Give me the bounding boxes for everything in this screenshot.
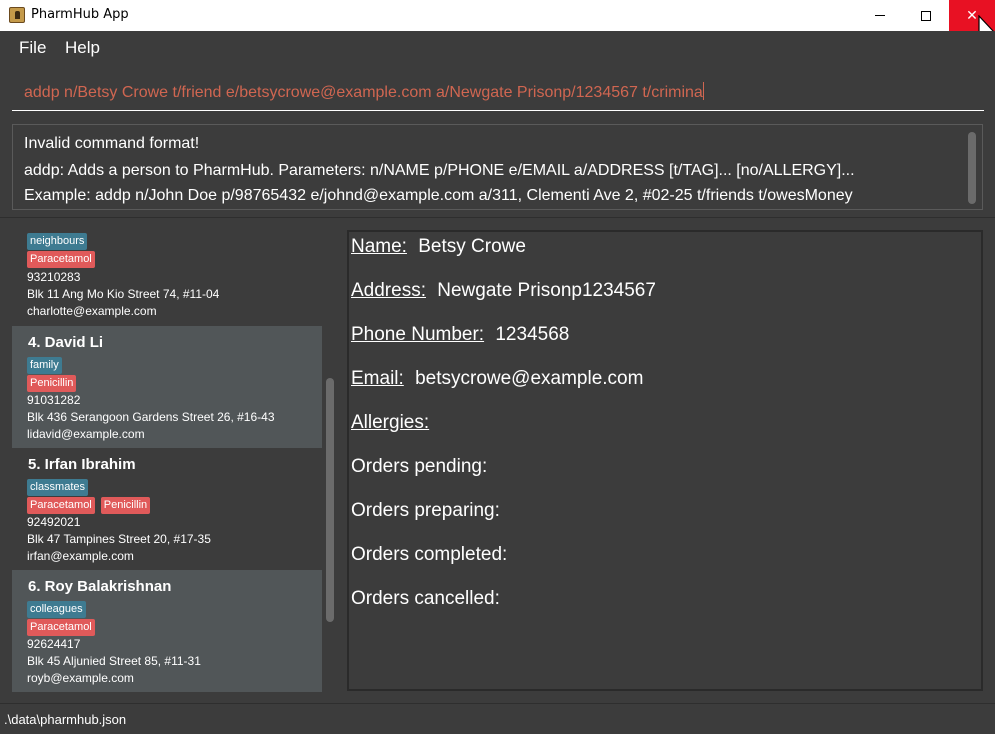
email-value: betsycrowe@example.com: [415, 368, 644, 389]
orders-cancelled: Orders cancelled:: [351, 588, 500, 609]
allergy-list: Penicillin: [27, 375, 77, 392]
allergy-badge: Paracetamol: [27, 497, 95, 514]
person-list[interactable]: neighbours Paracetamol 93210283 Blk 11 A…: [12, 228, 322, 692]
person-card[interactable]: 5. Irfan Ibrahim classmates Paracetamol …: [12, 448, 322, 570]
tag-list: classmates: [27, 479, 89, 496]
result-line: addp: Adds a person to PharmHub. Paramet…: [24, 162, 855, 179]
allergy-badge: Paracetamol: [27, 251, 95, 268]
tag-badge: classmates: [27, 479, 89, 496]
person-address: Blk 11 Ang Mo Kio Street 74, #11-04: [27, 287, 220, 301]
status-bar: .\data\pharmhub.json: [0, 703, 995, 734]
person-card[interactable]: neighbours Paracetamol 93210283 Blk 11 A…: [12, 228, 322, 332]
person-name: 5. Irfan Ibrahim: [28, 456, 136, 473]
allergy-list: Paracetamol Penicillin: [27, 497, 151, 514]
save-location: .\data\pharmhub.json: [4, 712, 127, 727]
result-display: Invalid command format! addp: Adds a per…: [12, 124, 983, 210]
person-address: Blk 436 Serangoon Gardens Street 26, #16…: [27, 410, 275, 424]
tag-badge: family: [27, 357, 62, 374]
allergy-list: Paracetamol: [27, 619, 95, 636]
person-email: irfan@example.com: [27, 549, 134, 563]
address-value: Newgate Prisonp1234567: [437, 280, 656, 301]
name-label: Name:: [351, 236, 407, 257]
result-line: Example: addp n/John Doe p/98765432 e/jo…: [24, 187, 853, 204]
allergy-badge: Penicillin: [100, 497, 151, 514]
list-scrollbar[interactable]: [326, 378, 334, 622]
detail-name: Name: Betsy Crowe: [351, 236, 526, 258]
detail-phone: Phone Number: 1234568: [351, 324, 569, 346]
menu-bar: File Help: [0, 31, 995, 67]
maximize-icon: [921, 10, 931, 21]
tag-list: family: [27, 357, 62, 374]
tag-list: neighbours: [27, 233, 88, 250]
allergy-list: Paracetamol: [27, 251, 95, 268]
person-details-panel: Name: Betsy Crowe Address: Newgate Priso…: [347, 230, 983, 691]
tag-badge: colleagues: [27, 601, 86, 618]
allergy-badge: Paracetamol: [27, 619, 95, 636]
detail-address: Address: Newgate Prisonp1234567: [351, 280, 656, 302]
person-name: 4. David Li: [28, 334, 104, 351]
minimize-icon: [875, 15, 885, 16]
person-card[interactable]: 6. Roy Balakrishnan colleagues Paracetam…: [12, 570, 322, 692]
allergies-label: Allergies:: [351, 412, 430, 433]
detail-email: Email: betsycrowe@example.com: [351, 368, 643, 390]
menu-file[interactable]: File: [19, 38, 46, 58]
person-card[interactable]: 4. David Li family Penicillin 91031282 B…: [12, 326, 322, 448]
person-address: Blk 47 Tampines Street 20, #17-35: [27, 532, 211, 546]
person-address: Blk 45 Aljunied Street 85, #11-31: [27, 654, 201, 668]
person-email: lidavid@example.com: [27, 427, 145, 441]
tag-list: colleagues: [27, 601, 86, 618]
allergy-badge: Penicillin: [27, 375, 77, 392]
text-caret: [702, 82, 704, 100]
result-line: Invalid command format!: [24, 135, 200, 152]
person-phone: 92624417: [27, 637, 81, 651]
close-icon: ✕: [966, 7, 978, 24]
address-label: Address:: [351, 280, 426, 301]
command-box[interactable]: addp n/Betsy Crowe t/friend e/betsycrowe…: [12, 70, 984, 111]
title-bar: PharmHub App ✕: [0, 0, 995, 31]
menu-help[interactable]: Help: [65, 38, 100, 58]
orders-pending: Orders pending:: [351, 456, 488, 477]
phone-label: Phone Number:: [351, 324, 485, 345]
app-icon: [9, 7, 25, 23]
person-phone: 93210283: [27, 270, 81, 284]
person-phone: 91031282: [27, 393, 81, 407]
result-scrollbar[interactable]: [968, 132, 976, 204]
phone-value: 1234568: [495, 324, 570, 345]
maximize-button[interactable]: [903, 0, 949, 31]
divider: [0, 217, 995, 218]
person-email: charlotte@example.com: [27, 304, 157, 318]
orders-preparing: Orders preparing:: [351, 500, 500, 521]
command-text: addp n/Betsy Crowe t/friend e/betsycrowe…: [24, 84, 703, 101]
email-label: Email:: [351, 368, 404, 389]
tag-badge: neighbours: [27, 233, 88, 250]
person-phone: 92492021: [27, 515, 81, 529]
person-email: royb@example.com: [27, 671, 134, 685]
detail-allergies: Allergies:: [351, 412, 429, 434]
minimize-button[interactable]: [857, 0, 903, 31]
orders-completed: Orders completed:: [351, 544, 508, 565]
name-value: Betsy Crowe: [418, 236, 526, 257]
command-input[interactable]: addp n/Betsy Crowe t/friend e/betsycrowe…: [24, 82, 704, 102]
window-title: PharmHub App: [31, 7, 129, 22]
person-name: 6. Roy Balakrishnan: [28, 578, 172, 595]
